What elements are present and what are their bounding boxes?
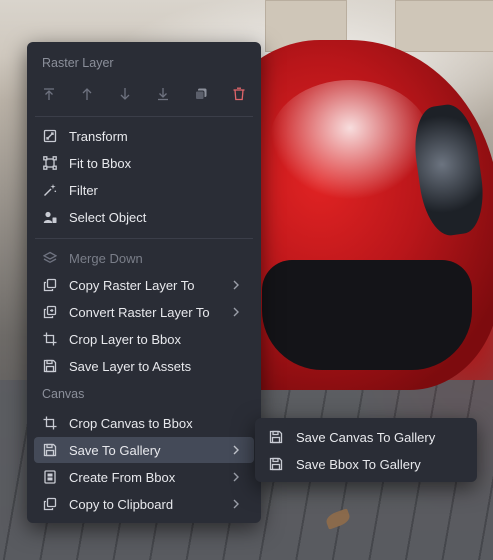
menu-item-label: Fit to Bbox <box>69 155 132 171</box>
menu-item-label: Save Layer to Assets <box>69 358 192 374</box>
select-object-icon <box>43 210 57 224</box>
stack-icon <box>43 251 57 265</box>
menu-item-label: Select Object <box>69 209 147 225</box>
menu-item-merge-down: Merge Down <box>34 245 254 271</box>
menu-item-crop-layer-to-bbox[interactable]: Crop Layer to Bbox <box>34 326 254 352</box>
menu-divider <box>35 238 253 239</box>
crop-icon <box>43 416 57 430</box>
floppy-icon <box>269 457 283 471</box>
move-to-bottom-icon[interactable] <box>151 82 175 106</box>
hood-reflection <box>270 80 430 200</box>
menu-item-filter[interactable]: Filter <box>34 177 254 203</box>
submenu-item-label: Save Canvas To Gallery <box>296 429 436 445</box>
move-up-icon[interactable] <box>75 82 99 106</box>
menu-item-label: Copy Raster Layer To <box>69 277 195 293</box>
create-bbox-icon <box>43 470 57 484</box>
wall-stone <box>395 0 493 52</box>
menu-item-label: Transform <box>69 128 128 144</box>
layer-arrange-toolbar <box>27 82 261 106</box>
delete-icon[interactable] <box>227 82 251 106</box>
fit-bbox-icon <box>43 156 57 170</box>
copy-icon <box>43 497 57 511</box>
submenu-item-save-canvas-to-gallery[interactable]: Save Canvas To Gallery <box>261 424 471 450</box>
menu-item-select-object[interactable]: Select Object <box>34 204 254 230</box>
canvas-section-title: Canvas <box>42 387 85 401</box>
crop-icon <box>43 332 57 346</box>
menu-item-label: Save To Gallery <box>69 442 161 458</box>
transform-icon <box>43 129 57 143</box>
menu-item-save-layer-to-assets[interactable]: Save Layer to Assets <box>34 353 254 379</box>
floppy-icon <box>43 443 57 457</box>
menu-item-label: Merge Down <box>69 250 143 266</box>
menu-item-create-from-bbox[interactable]: Create From Bbox <box>34 464 254 490</box>
menu-item-crop-canvas-to-bbox[interactable]: Crop Canvas to Bbox <box>34 410 254 436</box>
copy-icon <box>43 278 57 292</box>
chevron-right-icon <box>230 306 242 318</box>
convert-icon <box>43 305 57 319</box>
raster-layer-section-title: Raster Layer <box>42 56 114 70</box>
duplicate-icon[interactable] <box>189 82 213 106</box>
chevron-right-icon <box>230 498 242 510</box>
menu-item-fit-to-bbox[interactable]: Fit to Bbox <box>34 150 254 176</box>
menu-item-copy-raster-layer-to[interactable]: Copy Raster Layer To <box>34 272 254 298</box>
floppy-icon <box>43 359 57 373</box>
move-to-top-icon[interactable] <box>37 82 61 106</box>
chevron-right-icon <box>230 279 242 291</box>
menu-item-transform[interactable]: Transform <box>34 123 254 149</box>
menu-item-label: Create From Bbox <box>69 469 176 485</box>
context-menu: Raster Layer Transform Fit to Bbox Filte… <box>27 42 261 523</box>
menu-item-convert-raster-layer-to[interactable]: Convert Raster Layer To <box>34 299 254 325</box>
menu-item-label: Filter <box>69 182 98 198</box>
chevron-right-icon <box>230 444 242 456</box>
chevron-right-icon <box>230 471 242 483</box>
menu-item-label: Crop Canvas to Bbox <box>69 415 193 431</box>
car-grille <box>262 260 472 370</box>
menu-item-label: Copy to Clipboard <box>69 496 174 512</box>
move-down-icon[interactable] <box>113 82 137 106</box>
magic-wand-icon <box>43 183 57 197</box>
menu-item-label: Convert Raster Layer To <box>69 304 210 320</box>
menu-item-save-to-gallery[interactable]: Save To Gallery <box>34 437 254 463</box>
menu-item-label: Crop Layer to Bbox <box>69 331 182 347</box>
menu-item-copy-to-clipboard[interactable]: Copy to Clipboard <box>34 491 254 517</box>
floppy-icon <box>269 430 283 444</box>
submenu-item-save-bbox-to-gallery[interactable]: Save Bbox To Gallery <box>261 451 471 477</box>
menu-divider <box>35 116 253 117</box>
save-to-gallery-submenu: Save Canvas To Gallery Save Bbox To Gall… <box>255 418 477 482</box>
submenu-item-label: Save Bbox To Gallery <box>296 456 421 472</box>
